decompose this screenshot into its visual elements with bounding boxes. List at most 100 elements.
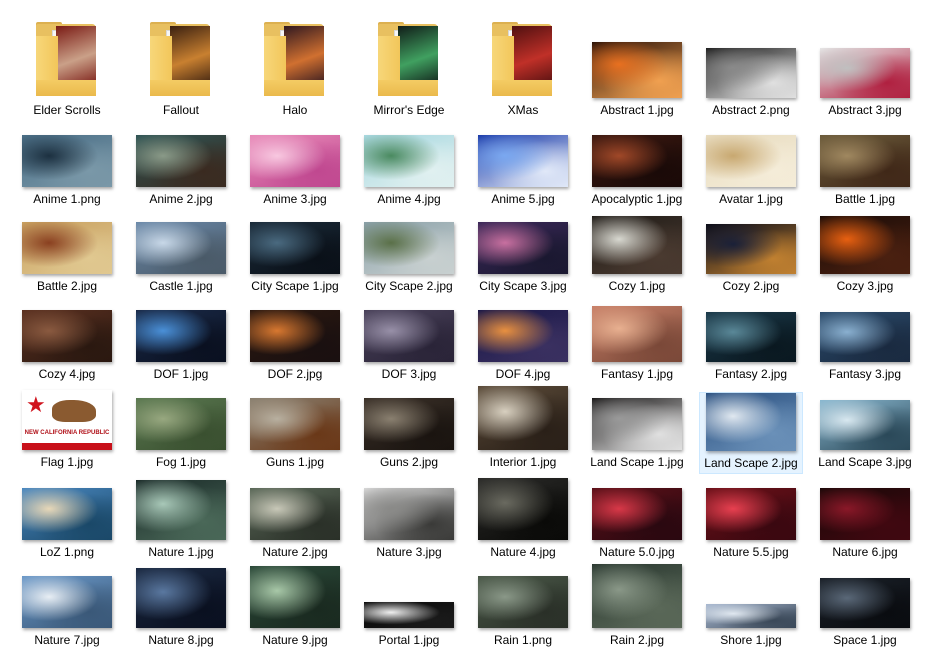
file-item[interactable]: Portal 1.jpg xyxy=(357,570,461,650)
item-label: Abstract 2.png xyxy=(712,103,790,117)
image-thumbnail xyxy=(364,310,454,362)
thumbnail-area xyxy=(699,216,803,274)
file-item[interactable]: City Scape 2.jpg xyxy=(357,216,461,294)
item-label: Cozy 3.jpg xyxy=(836,279,894,293)
image-thumbnail xyxy=(706,488,796,540)
file-item[interactable]: Land Scape 1.jpg xyxy=(585,392,689,474)
file-item[interactable]: Cozy 1.jpg xyxy=(585,216,689,294)
file-item[interactable]: Nature 7.jpg xyxy=(15,570,119,650)
thumbnail-area xyxy=(243,10,347,98)
image-thumbnail xyxy=(364,488,454,540)
file-item[interactable]: Cozy 4.jpg xyxy=(15,304,119,384)
image-thumbnail xyxy=(706,393,796,451)
file-item[interactable]: Nature 2.jpg xyxy=(243,482,347,562)
thumbnail-area xyxy=(129,480,233,540)
thumbnail-area xyxy=(357,482,461,540)
thumbnail-area xyxy=(699,130,803,187)
image-thumbnail xyxy=(478,576,568,628)
file-item[interactable]: Abstract 3.jpg xyxy=(813,10,917,122)
thumbnail-area xyxy=(699,482,803,540)
thumbnail-area xyxy=(243,566,347,628)
thumbnail-area xyxy=(129,392,233,450)
image-thumbnail xyxy=(478,222,568,274)
file-item[interactable]: Land Scape 3.jpg xyxy=(813,392,917,474)
file-item[interactable]: Abstract 2.png xyxy=(699,10,803,122)
file-item[interactable]: Fantasy 2.jpg xyxy=(699,304,803,384)
file-item[interactable]: Anime 4.jpg xyxy=(357,130,461,206)
file-item[interactable]: Rain 2.jpg xyxy=(585,564,689,650)
thumbnail-area xyxy=(357,216,461,274)
file-item[interactable]: Cozy 3.jpg xyxy=(813,216,917,294)
item-label: Fantasy 1.jpg xyxy=(600,367,674,381)
file-item[interactable]: Apocalyptic 1.jpg xyxy=(585,130,689,206)
file-item[interactable]: Fog 1.jpg xyxy=(129,392,233,474)
file-item[interactable]: ★ NEW CALIFORNIA REPUBLIC Flag 1.jpg xyxy=(15,390,119,474)
folder-item[interactable]: Elder Scrolls xyxy=(15,10,119,122)
thumbnail-area xyxy=(471,10,575,98)
folder-icon xyxy=(376,22,442,98)
file-item[interactable]: Nature 3.jpg xyxy=(357,482,461,562)
item-label: LoZ 1.png xyxy=(39,545,95,559)
thumbnail-area xyxy=(813,10,917,98)
file-item[interactable]: Rain 1.png xyxy=(471,570,575,650)
thumbnail-area xyxy=(357,570,461,628)
file-item[interactable]: Nature 5.0.jpg xyxy=(585,482,689,562)
image-thumbnail xyxy=(22,310,112,362)
file-item[interactable]: DOF 4.jpg xyxy=(471,304,575,384)
image-thumbnail xyxy=(820,216,910,274)
file-item[interactable]: Avatar 1.jpg xyxy=(699,130,803,206)
image-thumbnail xyxy=(250,310,340,362)
file-item[interactable]: Nature 1.jpg xyxy=(129,480,233,562)
file-item[interactable]: Fantasy 1.jpg xyxy=(585,304,689,384)
item-label: Cozy 4.jpg xyxy=(38,367,96,381)
image-thumbnail xyxy=(364,135,454,187)
thumbnail-area xyxy=(813,304,917,362)
file-item[interactable]: City Scape 3.jpg xyxy=(471,216,575,294)
file-item[interactable]: DOF 3.jpg xyxy=(357,304,461,384)
file-item[interactable]: Anime 2.jpg xyxy=(129,130,233,206)
item-label: Guns 2.jpg xyxy=(379,455,439,469)
folder-item[interactable]: Halo xyxy=(243,10,347,122)
thumbnail-area xyxy=(15,130,119,187)
item-label: Abstract 1.jpg xyxy=(600,103,674,117)
file-item[interactable]: Interior 1.jpg xyxy=(471,386,575,474)
file-item[interactable]: Battle 1.jpg xyxy=(813,130,917,206)
file-item[interactable]: Fantasy 3.jpg xyxy=(813,304,917,384)
image-thumbnail xyxy=(592,42,682,98)
folder-item[interactable]: XMas xyxy=(471,10,575,122)
file-item[interactable]: Shore 1.jpg xyxy=(699,570,803,650)
file-item[interactable]: Anime 5.jpg xyxy=(471,130,575,206)
item-label: Nature 9.jpg xyxy=(262,633,328,647)
image-thumbnail xyxy=(820,312,910,362)
file-item[interactable]: Nature 8.jpg xyxy=(129,568,233,650)
item-label: Nature 1.jpg xyxy=(148,545,214,559)
folder-item[interactable]: Fallout xyxy=(129,10,233,122)
file-item[interactable]: Guns 1.jpg xyxy=(243,392,347,474)
item-label: Land Scape 3.jpg xyxy=(818,455,912,469)
file-item[interactable]: Space 1.jpg xyxy=(813,570,917,650)
folder-icon xyxy=(490,22,556,98)
file-item[interactable]: Nature 5.5.jpg xyxy=(699,482,803,562)
file-item[interactable]: Abstract 1.jpg xyxy=(585,10,689,122)
flag-thumbnail: ★ NEW CALIFORNIA REPUBLIC xyxy=(22,390,112,450)
file-item[interactable]: DOF 1.jpg xyxy=(129,304,233,384)
image-thumbnail xyxy=(364,222,454,274)
file-item[interactable]: Battle 2.jpg xyxy=(15,216,119,294)
item-label: Portal 1.jpg xyxy=(378,633,440,647)
file-item[interactable]: Anime 3.jpg xyxy=(243,130,347,206)
file-item[interactable]: City Scape 1.jpg xyxy=(243,216,347,294)
file-item[interactable]: Nature 9.jpg xyxy=(243,566,347,650)
file-item[interactable]: Castle 1.jpg xyxy=(129,216,233,294)
thumbnail-area xyxy=(15,304,119,362)
file-item[interactable]: Nature 6.jpg xyxy=(813,482,917,562)
file-item[interactable]: Anime 1.png xyxy=(15,130,119,206)
file-item[interactable]: DOF 2.jpg xyxy=(243,304,347,384)
file-item[interactable]: Guns 2.jpg xyxy=(357,392,461,474)
file-item[interactable]: LoZ 1.png xyxy=(15,482,119,562)
thumbnail-area xyxy=(585,216,689,274)
file-item[interactable]: Land Scape 2.jpg xyxy=(699,392,803,474)
folder-item[interactable]: Mirror's Edge xyxy=(357,10,461,122)
file-item[interactable]: Nature 4.jpg xyxy=(471,478,575,562)
file-item[interactable]: Cozy 2.jpg xyxy=(699,216,803,294)
thumbnail-area xyxy=(471,386,575,450)
